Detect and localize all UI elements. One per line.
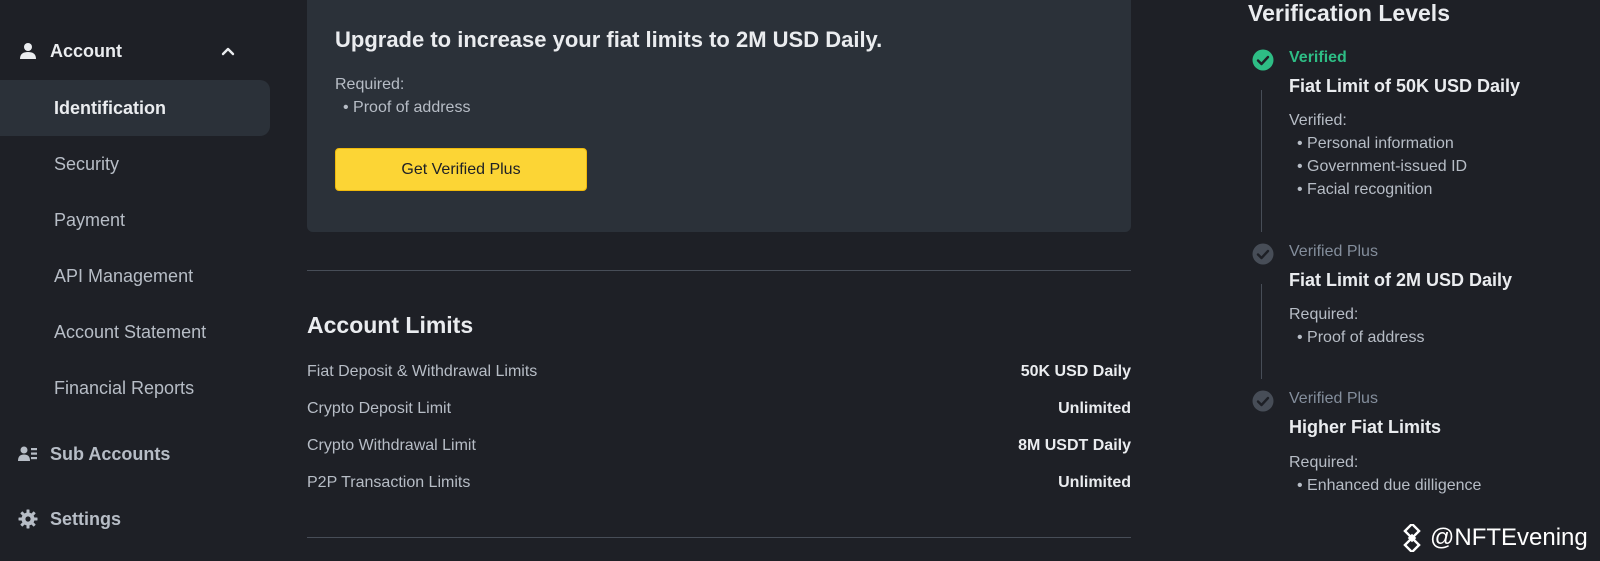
level-sub-label: Required: xyxy=(1289,454,1359,471)
upgrade-title: Upgrade to increase your fiat limits to … xyxy=(335,27,883,52)
timeline-line xyxy=(1261,284,1262,379)
level-status: Verified Plus xyxy=(1289,390,1378,407)
watermark: @NFTEvening xyxy=(1398,522,1588,554)
upgrade-required-item-text: Proof of address xyxy=(353,99,471,116)
sidebar-group-sub-accounts-label: Sub Accounts xyxy=(50,443,171,464)
level-heading: Fiat Limit of 50K USD Daily xyxy=(1289,76,1521,96)
check-circle-icon xyxy=(1252,243,1274,265)
limit-row: Crypto Deposit Limit Unlimited xyxy=(307,400,1131,424)
sidebar-item-api-management[interactable]: API Management xyxy=(0,248,270,304)
check-circle-icon xyxy=(1252,390,1274,412)
limit-row: P2P Transaction Limits Unlimited xyxy=(307,474,1131,498)
gear-icon xyxy=(18,509,38,529)
level-status: Verified xyxy=(1289,49,1347,66)
sidebar-group-settings-label: Settings xyxy=(50,508,122,529)
level-bullet: • Government-issued ID xyxy=(1297,158,1468,175)
sidebar-item-account-statement[interactable]: Account Statement xyxy=(0,304,270,360)
upgrade-required-label: Required: xyxy=(335,76,405,93)
get-verified-plus-button[interactable]: Get Verified Plus xyxy=(335,148,587,191)
level-sub-label: Required: xyxy=(1289,306,1359,323)
level-sub-label: Verified: xyxy=(1289,112,1347,129)
user-icon xyxy=(18,41,38,61)
verification-levels-title: Verification Levels xyxy=(1248,0,1450,26)
limit-label: Fiat Deposit & Withdrawal Limits xyxy=(307,363,538,380)
sidebar-item-label: Security xyxy=(54,153,120,174)
level-heading: Fiat Limit of 2M USD Daily xyxy=(1289,270,1513,290)
account-limits-title: Account Limits xyxy=(307,312,474,338)
check-circle-icon xyxy=(1252,49,1274,71)
level-bullet-text: Proof of address xyxy=(1307,329,1425,346)
level-bullet: • Personal information xyxy=(1297,135,1454,152)
sidebar-group-settings[interactable]: Settings xyxy=(0,496,272,542)
limit-row: Crypto Withdrawal Limit 8M USDT Daily xyxy=(307,437,1131,461)
level-status: Verified Plus xyxy=(1289,243,1378,260)
sidebar-item-label: Payment xyxy=(54,209,126,230)
level-bullet: • Proof of address xyxy=(1297,329,1425,346)
upgrade-required-item: • Proof of address xyxy=(343,99,471,116)
level-bullet-text: Facial recognition xyxy=(1307,181,1433,198)
sidebar-item-label: API Management xyxy=(54,265,194,286)
sidebar-item-security[interactable]: Security xyxy=(0,136,270,192)
nftevening-logo-icon xyxy=(1398,522,1426,554)
level-heading: Higher Fiat Limits xyxy=(1289,417,1442,437)
level-bullet: • Facial recognition xyxy=(1297,181,1433,198)
sidebar-item-label: Account Statement xyxy=(54,321,207,342)
sidebar-group-account[interactable]: Account xyxy=(0,28,272,74)
divider xyxy=(307,537,1131,538)
limit-value: 50K USD Daily xyxy=(1020,363,1131,380)
limit-label: Crypto Withdrawal Limit xyxy=(307,437,476,454)
sidebar: Account Identification Security Payment … xyxy=(0,0,272,561)
upgrade-card: Upgrade to increase your fiat limits to … xyxy=(307,0,1131,232)
sidebar-group-sub-accounts[interactable]: Sub Accounts xyxy=(0,431,272,477)
sidebar-item-identification[interactable]: Identification xyxy=(0,80,270,136)
limit-value: 8M USDT Daily xyxy=(1018,437,1131,454)
sidebar-item-label: Identification xyxy=(54,97,166,118)
divider xyxy=(307,270,1131,271)
chevron-up-icon[interactable] xyxy=(218,41,238,61)
limit-label: Crypto Deposit Limit xyxy=(307,400,452,417)
limit-label: P2P Transaction Limits xyxy=(307,474,471,491)
limit-value: Unlimited xyxy=(1058,400,1131,417)
limit-row: Fiat Deposit & Withdrawal Limits 50K USD… xyxy=(307,363,1131,387)
sub-accounts-icon xyxy=(18,444,38,464)
sidebar-item-label: Financial Reports xyxy=(54,377,195,398)
level-bullet-text: Government-issued ID xyxy=(1307,158,1468,175)
limit-value: Unlimited xyxy=(1058,474,1131,491)
level-bullet-text: Personal information xyxy=(1307,135,1454,152)
watermark-text: @NFTEvening xyxy=(1430,524,1588,551)
sidebar-item-financial-reports[interactable]: Financial Reports xyxy=(0,360,270,416)
timeline-line xyxy=(1261,90,1262,232)
level-bullet-text: Enhanced due dilligence xyxy=(1307,477,1482,494)
level-bullet: • Enhanced due dilligence xyxy=(1297,477,1482,494)
sidebar-group-account-label: Account xyxy=(50,40,122,61)
sidebar-item-payment[interactable]: Payment xyxy=(0,192,270,248)
